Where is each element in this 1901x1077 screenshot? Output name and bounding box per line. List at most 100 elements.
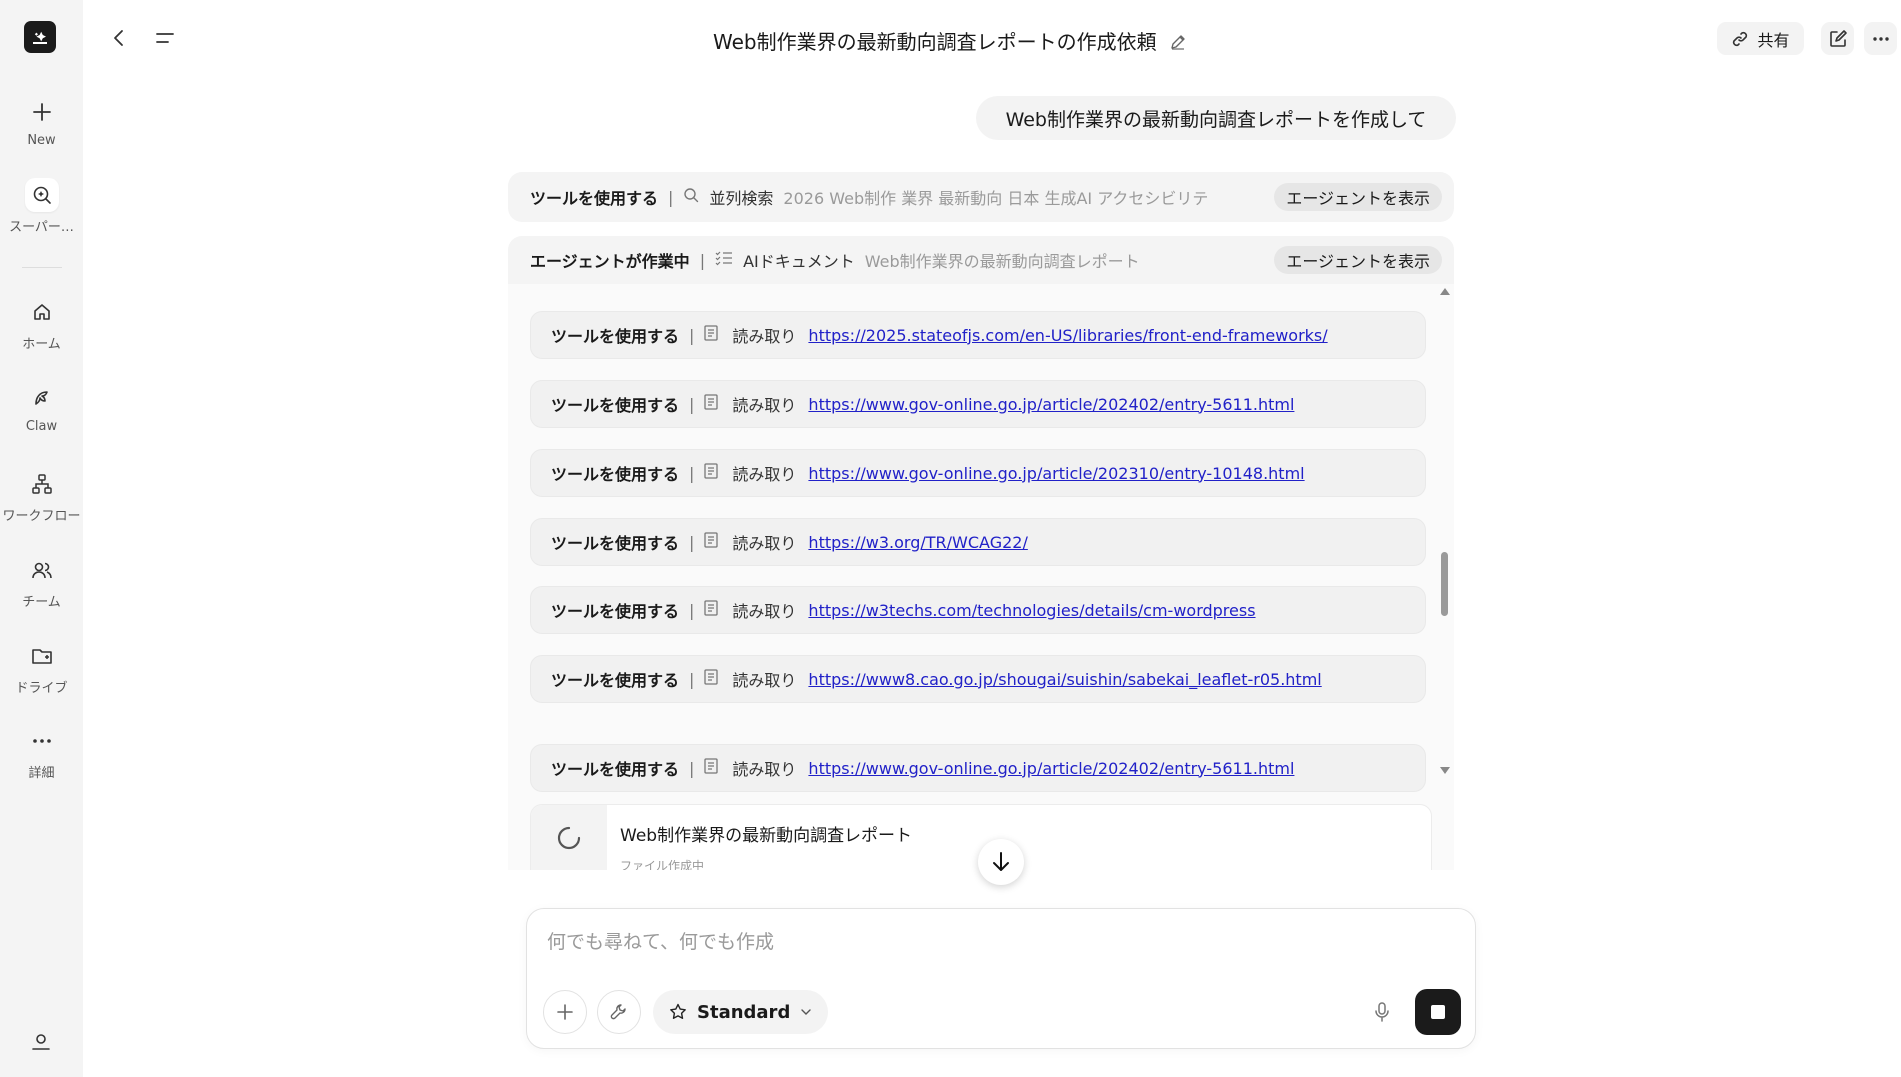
separator: |	[689, 600, 695, 620]
sidebar-item-label: ワークフロー	[2, 509, 81, 524]
document-icon	[704, 394, 719, 414]
tool-action: 読み取り	[732, 602, 797, 621]
scroll-to-bottom-button[interactable]	[978, 839, 1024, 885]
sidebar-item-more[interactable]: 詳細	[0, 724, 83, 781]
tool-action: 読み取り	[732, 396, 797, 415]
sidebar-item-new[interactable]: New	[0, 95, 83, 148]
tool-call-row[interactable]: ツールを使用する | 読み取り https://www8.cao.go.jp/s…	[530, 655, 1426, 703]
source-link[interactable]: https://2025.stateofjs.com/en-US/librari…	[808, 326, 1327, 345]
mode-selector[interactable]: Standard	[653, 990, 829, 1034]
back-button[interactable]	[103, 22, 135, 54]
stop-generation-button[interactable]	[1415, 989, 1461, 1035]
tool-call-row[interactable]: ツールを使用する | 読み取り https://w3techs.com/tech…	[530, 586, 1426, 634]
document-icon	[704, 758, 719, 778]
tool-action: 読み取り	[732, 465, 797, 484]
pencil-icon[interactable]	[1169, 32, 1187, 56]
tool-call-row[interactable]: ツールを使用する | 読み取り https://www.gov-online.g…	[530, 449, 1426, 497]
tool-label: ツールを使用する	[551, 760, 680, 779]
link-icon	[1733, 31, 1748, 46]
document-icon	[704, 325, 719, 345]
source-link[interactable]: https://www.gov-online.go.jp/article/202…	[808, 759, 1294, 778]
tools-button[interactable]	[597, 990, 641, 1034]
file-title: Web制作業界の最新動向調査レポート	[620, 826, 913, 846]
edit-square-icon	[1829, 29, 1847, 47]
sidebar-item-label: 詳細	[28, 766, 55, 781]
tool-call-row[interactable]: ツールを使用する | 読み取り https://2025.stateofjs.c…	[530, 311, 1426, 359]
document-icon	[704, 669, 719, 689]
user-message-text: Web制作業界の最新動向調査レポートを作成して	[1005, 108, 1427, 131]
star-icon	[670, 1003, 686, 1019]
sidebar-item-team[interactable]: チーム	[0, 553, 83, 610]
separator: |	[699, 250, 706, 270]
tool-action: 読み取り	[732, 327, 797, 346]
source-link[interactable]: https://w3techs.com/technologies/details…	[808, 601, 1255, 620]
tool-action: 読み取り	[732, 671, 797, 690]
sidebar-item-drive[interactable]: ドライブ	[0, 639, 83, 696]
agent-panel-scrollbar[interactable]	[1438, 284, 1450, 778]
doc-type: AIドキュメント	[743, 252, 855, 271]
tool-call-row[interactable]: ツールを使用する | 読み取り https://w3.org/TR/WCAG22…	[530, 518, 1426, 566]
claw-icon	[25, 381, 59, 415]
sidebar-divider	[22, 267, 62, 268]
tool-call-row[interactable]: ツールを使用する | 読み取り https://www.gov-online.g…	[530, 380, 1426, 428]
mode-label: Standard	[697, 1001, 791, 1023]
loading-spinner-icon	[531, 805, 607, 870]
search-query: 2026 Web制作 業界 最新動向 日本 生成AI アクセシビリテ	[783, 189, 1209, 208]
separator: |	[689, 325, 695, 345]
scroll-up-arrow-icon[interactable]	[1440, 288, 1450, 295]
document-icon	[704, 600, 719, 620]
scroll-down-arrow-icon[interactable]	[1440, 767, 1450, 774]
tool-label: ツールを使用する	[551, 327, 680, 346]
checklist-icon	[715, 250, 733, 270]
new-chat-button[interactable]	[1821, 22, 1854, 55]
source-link[interactable]: https://www8.cao.go.jp/shougai/suishin/s…	[808, 670, 1321, 689]
sidebar-item-home[interactable]: ホーム	[0, 295, 83, 352]
plus-icon	[25, 95, 59, 129]
separator: |	[689, 394, 695, 414]
search-tool-bar[interactable]: ツールを使用する | 並列検索 2026 Web制作 業界 最新動向 日本 生成…	[508, 172, 1454, 222]
sidebar-item-super-agent[interactable]: スーパー…	[0, 178, 83, 235]
more-options-button[interactable]	[1864, 22, 1897, 55]
chevron-down-icon	[801, 1009, 812, 1015]
tool-call-row[interactable]: ツールを使用する | 読み取り https://www.gov-online.g…	[530, 744, 1426, 792]
view-agent-button[interactable]: エージェントを表示	[1274, 246, 1442, 274]
sidebar-item-label: スーパー…	[9, 220, 74, 235]
agent-header[interactable]: エージェントが作業中 | AIドキュメント Web制作業界の最新動向調査レポート…	[508, 236, 1454, 284]
sidebar-item-claw[interactable]: Claw	[0, 381, 83, 434]
source-link[interactable]: https://w3.org/TR/WCAG22/	[808, 533, 1027, 552]
chat-input[interactable]	[545, 927, 1425, 957]
scrollbar-thumb[interactable]	[1441, 552, 1448, 616]
sidebar-item-label: ドライブ	[15, 681, 68, 696]
separator: |	[689, 758, 695, 778]
agent-status: エージェントが作業中	[530, 252, 690, 271]
composer: Standard	[526, 908, 1476, 1049]
sidebar-item-label: ホーム	[22, 337, 61, 352]
tool-label: ツールを使用する	[551, 671, 680, 690]
user-account-icon[interactable]	[28, 1028, 54, 1054]
user-message: Web制作業界の最新動向調査レポートを作成して	[976, 96, 1456, 140]
toggle-sidebar-button[interactable]	[149, 22, 181, 54]
source-link[interactable]: https://www.gov-online.go.jp/article/202…	[808, 395, 1294, 414]
search-icon	[683, 187, 699, 207]
separator: |	[689, 532, 695, 552]
stop-icon	[1431, 1005, 1445, 1019]
drive-icon	[25, 639, 59, 673]
sidebar-item-workflow[interactable]: ワークフロー	[0, 467, 83, 524]
share-button[interactable]: 共有	[1717, 22, 1804, 55]
doc-name: Web制作業界の最新動向調査レポート	[864, 252, 1140, 271]
app-logo-icon[interactable]	[24, 21, 56, 53]
view-agent-button[interactable]: エージェントを表示	[1274, 183, 1442, 211]
menu-icon	[156, 33, 174, 43]
workflow-icon	[25, 467, 59, 501]
page-title[interactable]: Web制作業界の最新動向調査レポートの作成依頼	[600, 26, 1300, 56]
wrench-icon	[610, 1004, 626, 1020]
source-link[interactable]: https://www.gov-online.go.jp/article/202…	[808, 464, 1304, 483]
attach-button[interactable]	[543, 990, 587, 1034]
tool-label: ツールを使用する	[551, 534, 680, 553]
sidebar-item-label: Claw	[25, 419, 58, 434]
voice-input-button[interactable]	[1367, 997, 1397, 1027]
sidebar-item-label: New	[27, 133, 56, 148]
plus-icon	[557, 1004, 573, 1020]
more-icon	[25, 724, 59, 758]
tool-action: 並列検索	[709, 189, 774, 208]
